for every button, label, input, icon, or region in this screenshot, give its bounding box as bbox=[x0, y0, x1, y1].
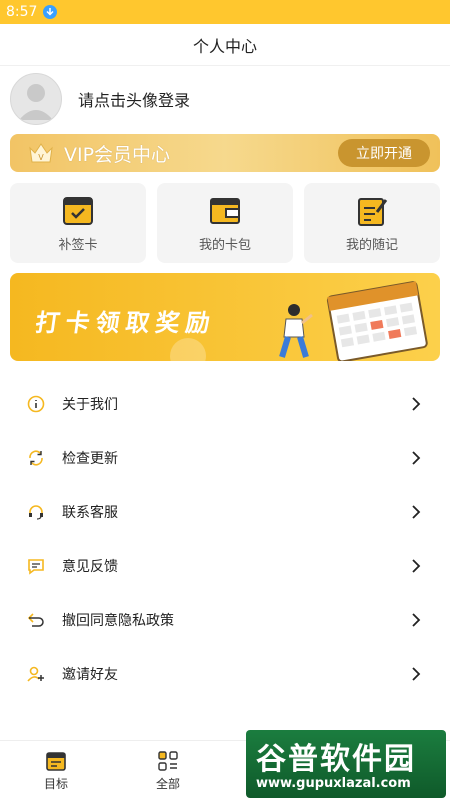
page-title: 个人中心 bbox=[192, 36, 257, 56]
user-icon bbox=[19, 84, 53, 120]
card-label: 补签卡 bbox=[58, 237, 98, 253]
chevron-right-icon bbox=[412, 667, 421, 681]
info-icon bbox=[26, 394, 46, 414]
vip-title: VIP会员中心 bbox=[64, 143, 171, 166]
menu-label: 关于我们 bbox=[62, 397, 118, 413]
tab-goals[interactable]: 目标 bbox=[6, 741, 106, 801]
watermark-main: 谷普软件园 bbox=[256, 742, 416, 777]
watermark-url: www.gupuxlazal.com bbox=[256, 776, 411, 791]
headset-icon bbox=[26, 502, 46, 522]
chevron-right-icon bbox=[412, 451, 421, 465]
grid-icon bbox=[158, 751, 178, 771]
menu-item-invite-friends[interactable]: 邀请好友 bbox=[0, 647, 450, 701]
calendar-icon bbox=[46, 752, 66, 771]
menu-label: 意见反馈 bbox=[62, 559, 118, 575]
calendar-check-icon bbox=[63, 196, 93, 225]
avatar[interactable] bbox=[10, 73, 62, 125]
profile-section[interactable]: 请点击头像登录 bbox=[10, 72, 190, 126]
menu-label: 邀请好友 bbox=[62, 667, 118, 683]
person-illustration bbox=[279, 304, 313, 358]
refresh-icon bbox=[26, 448, 46, 468]
menu-item-revoke-privacy[interactable]: 撤回同意隐私政策 bbox=[0, 593, 450, 647]
vip-banner[interactable]: V VIP会员中心 立即开通 bbox=[10, 134, 440, 172]
notebook-edit-icon bbox=[358, 197, 388, 226]
watermark: 谷普软件园 www.gupuxlazal.com bbox=[246, 730, 446, 798]
quick-cards: 补签卡 我的卡包 我的随记 bbox=[10, 183, 440, 263]
menu-label: 联系客服 bbox=[62, 505, 118, 521]
tab-all[interactable]: 全部 bbox=[118, 741, 218, 801]
status-bar: 8:57 bbox=[0, 0, 450, 24]
tab-label: 目标 bbox=[43, 777, 68, 791]
menu-item-check-update[interactable]: 检查更新 bbox=[0, 431, 450, 485]
banner-text: 打卡领取奖励 bbox=[33, 309, 218, 337]
chevron-right-icon bbox=[412, 397, 421, 411]
menu-label: 检查更新 bbox=[62, 451, 118, 467]
banner-decoration bbox=[170, 338, 206, 361]
menu-item-feedback[interactable]: 意见反馈 bbox=[0, 539, 450, 593]
crown-letter: V bbox=[38, 153, 44, 162]
download-icon bbox=[43, 5, 58, 19]
tab-label: 全部 bbox=[155, 777, 180, 791]
card-makeup-sign[interactable]: 补签卡 bbox=[10, 183, 146, 263]
wallet-icon bbox=[210, 197, 240, 224]
chevron-right-icon bbox=[412, 559, 421, 573]
card-label: 我的随记 bbox=[345, 237, 398, 253]
card-wallet[interactable]: 我的卡包 bbox=[157, 183, 293, 263]
invite-user-icon bbox=[26, 664, 46, 684]
page-header: 个人中心 bbox=[0, 24, 450, 66]
menu-item-about[interactable]: 关于我们 bbox=[0, 377, 450, 431]
status-time: 8:57 bbox=[6, 4, 38, 20]
menu-label: 撤回同意隐私政策 bbox=[62, 613, 174, 629]
chevron-right-icon bbox=[412, 505, 421, 519]
card-label: 我的卡包 bbox=[198, 237, 251, 253]
vip-activate-button[interactable]: 立即开通 bbox=[338, 139, 430, 167]
checkin-banner[interactable]: 打卡领取奖励 bbox=[10, 273, 440, 361]
chevron-right-icon bbox=[412, 613, 421, 627]
undo-icon bbox=[26, 610, 46, 630]
card-notes[interactable]: 我的随记 bbox=[304, 183, 440, 263]
login-prompt[interactable]: 请点击头像登录 bbox=[78, 87, 190, 111]
feedback-icon bbox=[26, 556, 46, 576]
settings-menu: 关于我们 检查更新 联系客服 意见反馈 撤回同意隐私政策 邀请好友 bbox=[0, 377, 450, 701]
menu-item-customer-service[interactable]: 联系客服 bbox=[0, 485, 450, 539]
calendar-illustration bbox=[326, 281, 428, 361]
crown-icon: V bbox=[29, 143, 53, 163]
